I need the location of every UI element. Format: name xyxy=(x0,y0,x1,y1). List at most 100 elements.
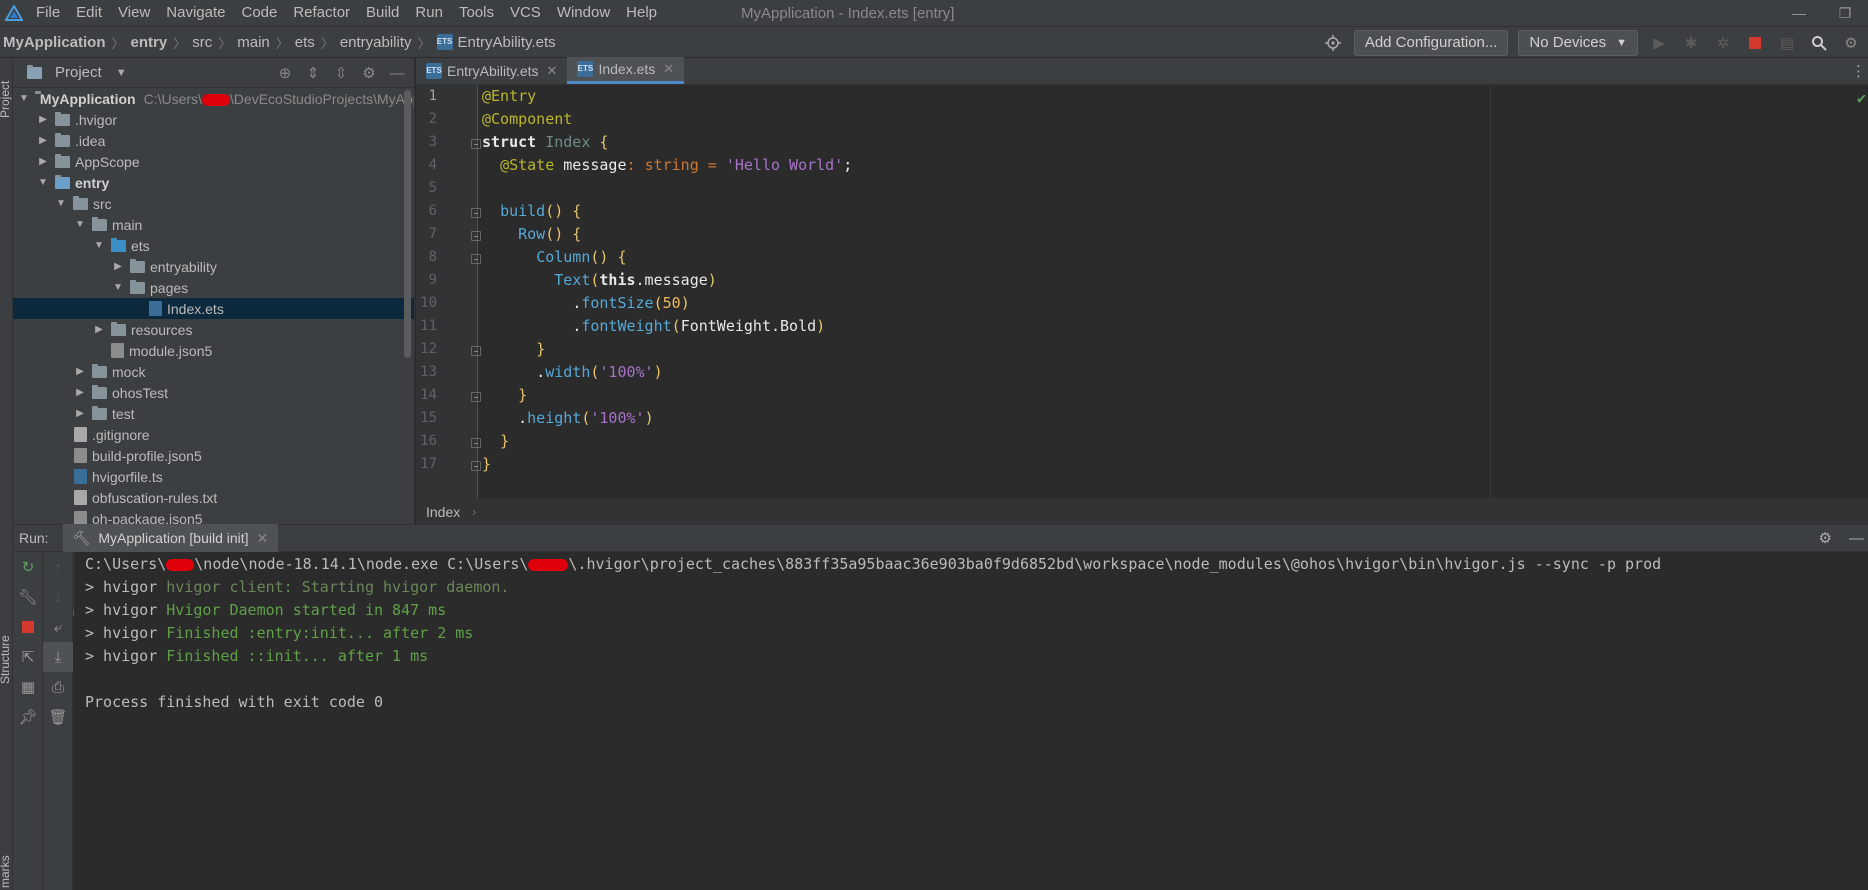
tree-item-index-ets[interactable]: Index.ets xyxy=(13,298,414,319)
project-panel-title[interactable]: Project xyxy=(55,64,102,81)
menu-run[interactable]: Run xyxy=(407,0,451,26)
tree-item-obfuscation-rules[interactable]: obfuscation-rules.txt xyxy=(13,487,414,508)
gear-icon[interactable]: ⚙ xyxy=(358,62,380,84)
soft-wrap-icon[interactable]: ⤶ xyxy=(43,612,73,642)
locate-icon[interactable]: ⊕ xyxy=(274,62,296,84)
debug-icon[interactable]: ✱ xyxy=(1680,32,1702,54)
minimize-icon[interactable]: — xyxy=(1776,0,1822,26)
project-structure-icon[interactable]: ▤ xyxy=(1776,32,1798,54)
hide-icon[interactable]: — xyxy=(386,62,408,84)
chevron-down-icon[interactable]: ▼ xyxy=(19,93,29,104)
tree-item-entryability[interactable]: ▶ entryability xyxy=(13,256,414,277)
menu-file[interactable]: File xyxy=(28,0,68,26)
no-problems-check-icon[interactable]: ✔ xyxy=(1857,89,1866,107)
menu-view[interactable]: View xyxy=(110,0,158,26)
breadcrumb-ets[interactable]: ets xyxy=(295,34,315,51)
breadcrumb-file[interactable]: EntryAbility.ets xyxy=(458,34,556,51)
menu-window[interactable]: Window xyxy=(549,0,618,26)
arrow-up-icon[interactable]: ↑ xyxy=(43,552,73,582)
tree-item-mock[interactable]: ▶ mock xyxy=(13,361,414,382)
print-icon[interactable]: ⎙ xyxy=(43,672,73,702)
menu-build[interactable]: Build xyxy=(358,0,407,26)
scroll-to-end-icon[interactable]: ⤓ xyxy=(43,642,73,672)
pin-icon[interactable]: 📌︎ xyxy=(13,702,43,732)
menu-refactor[interactable]: Refactor xyxy=(285,0,358,26)
menu-help[interactable]: Help xyxy=(618,0,665,26)
tree-item-resources[interactable]: ▶ resources xyxy=(13,319,414,340)
footer-struct-label[interactable]: Index xyxy=(426,504,460,520)
restore-layout-icon[interactable]: ⇱ xyxy=(13,642,43,672)
chevron-down-icon[interactable]: ▼ xyxy=(112,282,124,293)
breadcrumb-src[interactable]: src xyxy=(192,34,212,51)
chevron-down-icon[interactable]: ▼ xyxy=(116,67,127,79)
code-content[interactable]: @Entry @Component struct Index { @State … xyxy=(482,85,852,476)
breadcrumb-entryability[interactable]: entryability xyxy=(340,34,412,51)
menu-edit[interactable]: Edit xyxy=(68,0,110,26)
tree-item-hvigor[interactable]: ▶ .hvigor xyxy=(13,109,414,130)
target-icon[interactable] xyxy=(1322,32,1344,54)
fold-marker-icon[interactable] xyxy=(471,208,481,218)
layout-icon[interactable]: ▦ xyxy=(13,672,43,702)
chevron-right-icon[interactable]: ▶ xyxy=(37,135,49,146)
breadcrumb-main[interactable]: main xyxy=(237,34,270,51)
tree-item-appscope[interactable]: ▶ AppScope xyxy=(13,151,414,172)
collapse-all-icon[interactable]: ⇳ xyxy=(330,62,352,84)
fold-marker-icon[interactable] xyxy=(471,231,481,241)
fold-marker-icon[interactable] xyxy=(471,254,481,264)
add-configuration-button[interactable]: Add Configuration... xyxy=(1353,29,1509,56)
bookmarks-tool-window-label[interactable]: marks xyxy=(0,855,12,888)
fold-marker-icon[interactable] xyxy=(471,139,481,149)
code-editor[interactable]: 1 2 3 4 5 6 7 8 9 10 11 12 13 14 15 16 1… xyxy=(416,85,1868,498)
menu-code[interactable]: Code xyxy=(233,0,285,26)
tree-item-root[interactable]: ▼ MyApplication C:\Users\ \DevEcoStudioPr… xyxy=(13,88,414,109)
chevron-down-icon[interactable]: ▼ xyxy=(93,240,105,251)
menu-navigate[interactable]: Navigate xyxy=(158,0,233,26)
tree-item-entry[interactable]: ▼ entry xyxy=(13,172,414,193)
rerun-icon[interactable]: ↻ xyxy=(13,552,43,582)
tree-item-main[interactable]: ▼ main xyxy=(13,214,414,235)
tree-item-test[interactable]: ▶ test xyxy=(13,403,414,424)
fold-marker-icon[interactable] xyxy=(471,461,481,471)
chevron-right-icon[interactable]: ▶ xyxy=(74,366,86,377)
chevron-right-icon[interactable]: ▶ xyxy=(74,387,86,398)
menu-tools[interactable]: Tools xyxy=(451,0,502,26)
chevron-right-icon[interactable]: ▶ xyxy=(37,114,49,125)
tree-item-ohostest[interactable]: ▶ ohosTest xyxy=(13,382,414,403)
run-console[interactable]: C:\Users\ \node\node-18.14.1\node.exe C:\… xyxy=(74,552,1868,890)
tree-item-src[interactable]: ▼ src xyxy=(13,193,414,214)
tree-item-pages[interactable]: ▼ pages xyxy=(13,277,414,298)
run-tab-build-init[interactable]: 🔨︎ MyApplication [build init] ✕ xyxy=(62,524,279,552)
fold-marker-icon[interactable] xyxy=(471,392,481,402)
settings-gear-icon[interactable]: ⚙ xyxy=(1840,32,1862,54)
hide-icon[interactable]: — xyxy=(1849,530,1864,547)
device-selector[interactable]: No Devices ▼ xyxy=(1518,29,1638,56)
fold-marker-icon[interactable] xyxy=(471,438,481,448)
tree-item-module-json5[interactable]: module.json5 xyxy=(13,340,414,361)
wrench-icon[interactable]: 🔧︎ xyxy=(13,582,43,612)
chevron-right-icon[interactable]: ▶ xyxy=(74,408,86,419)
chevron-right-icon[interactable]: ▶ xyxy=(37,156,49,167)
stop-icon[interactable] xyxy=(13,612,43,642)
structure-tool-window-label[interactable]: Structure xyxy=(0,635,12,684)
chevron-down-icon[interactable]: ▼ xyxy=(55,198,67,209)
stop-icon[interactable] xyxy=(1744,32,1766,54)
tree-item-ets[interactable]: ▼ ets xyxy=(13,235,414,256)
expand-all-icon[interactable]: ⇕ xyxy=(302,62,324,84)
breadcrumb-entry[interactable]: entry xyxy=(131,34,168,51)
search-icon[interactable] xyxy=(1808,32,1830,54)
chevron-down-icon[interactable]: ▼ xyxy=(74,219,86,230)
tab-entryability-ets[interactable]: ETS EntryAbility.ets ✕ xyxy=(416,57,567,84)
close-icon[interactable]: ✕ xyxy=(663,61,674,77)
chevron-down-icon[interactable]: ▼ xyxy=(37,177,49,188)
tree-item-build-profile[interactable]: build-profile.json5 xyxy=(13,445,414,466)
gear-icon[interactable]: ⚙ xyxy=(1819,529,1832,547)
more-options-icon[interactable]: ⋮ xyxy=(1851,62,1866,80)
breadcrumb-project[interactable]: MyApplication xyxy=(3,34,106,51)
restore-icon[interactable]: ❐ xyxy=(1822,0,1868,26)
menu-vcs[interactable]: VCS xyxy=(502,0,549,26)
project-tool-window-label[interactable]: Project xyxy=(0,81,12,118)
tree-item-idea[interactable]: ▶ .idea xyxy=(13,130,414,151)
tree-item-gitignore[interactable]: .gitignore xyxy=(13,424,414,445)
tab-index-ets[interactable]: ETS Index.ets ✕ xyxy=(567,57,685,84)
chevron-right-icon[interactable]: ▶ xyxy=(93,324,105,335)
